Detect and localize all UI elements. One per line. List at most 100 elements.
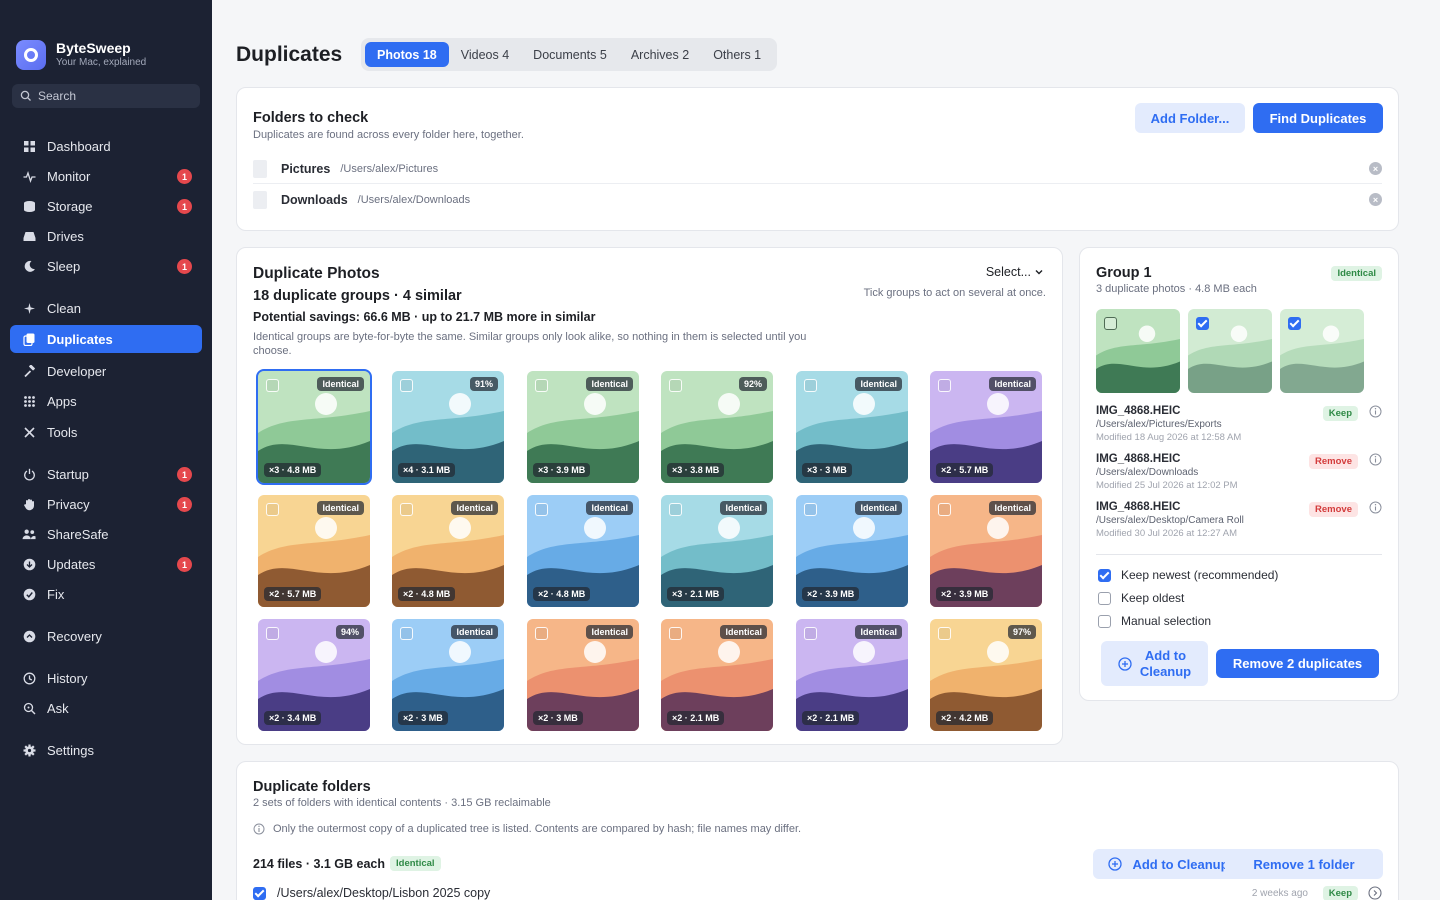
tab-videos[interactable]: Videos 4 [449,42,521,67]
photo-group-thumbnail[interactable]: Identical ×2 · 5.7 MB [930,371,1042,483]
sidebar-item-sharesafe[interactable]: ShareSafe [10,520,202,548]
photo-group-thumbnail[interactable]: Identical ×3 · 2.1 MB [661,495,773,607]
keep-option[interactable]: Manual selection [1098,614,1211,628]
find-duplicates-button[interactable]: Find Duplicates [1253,103,1383,133]
keep-option[interactable]: Keep oldest [1098,591,1184,605]
group-checkbox[interactable] [266,627,279,640]
photo-group-thumbnail[interactable]: Identical ×2 · 5.7 MB [258,495,370,607]
photo-group-thumbnail[interactable]: 97% ×2 · 4.2 MB [930,619,1042,731]
keep-option[interactable]: Keep newest (recommended) [1098,568,1278,582]
sidebar-item-apps[interactable]: Apps [10,387,202,415]
photo-group-thumbnail[interactable]: Identical ×3 · 3.9 MB [527,371,639,483]
group-meta: ×2 · 4.8 MB [398,587,456,601]
group-checkbox[interactable] [938,503,951,516]
set-badge: Identical [390,856,441,871]
arrow-circle-icon[interactable] [1368,886,1382,900]
sidebar-item-ask[interactable]: Ask [10,694,202,722]
info-icon[interactable] [1369,453,1382,466]
sidebar-item-duplicates[interactable]: Duplicates [10,325,202,353]
remove-duplicates-button[interactable]: Remove 2 duplicates [1216,649,1379,678]
group-checkbox[interactable] [535,379,548,392]
sidebar-item-privacy[interactable]: Privacy 1 [10,490,202,518]
photo-group-thumbnail[interactable]: Identical ×2 · 2.1 MB [796,619,908,731]
sidebar-item-history[interactable]: History [10,664,202,692]
remove-folder-button[interactable]: Remove 1 folder [1225,849,1383,879]
group-checkbox[interactable] [669,379,682,392]
tab-others[interactable]: Others 1 [701,42,773,67]
select-dropdown[interactable]: Select... [986,265,1044,279]
file-modified: Modified 30 Jul 2026 at 12:27 AM [1096,528,1238,539]
notification-badge: 1 [177,497,192,512]
photo-group-thumbnail[interactable]: Identical ×2 · 3 MB [527,619,639,731]
photo-group-thumbnail[interactable]: Identical ×3 · 4.8 MB [256,369,372,485]
file-action-badge[interactable]: Keep [1322,406,1358,421]
group-checkbox[interactable] [669,627,682,640]
photo-group-thumbnail[interactable]: 94% ×2 · 3.4 MB [258,619,370,731]
file-action-badge[interactable]: Remove [1309,502,1358,517]
sidebar-item-developer[interactable]: Developer [10,357,202,385]
group-checkbox[interactable] [400,503,413,516]
option-checkbox[interactable] [1098,568,1111,582]
group-checkbox[interactable] [400,379,413,392]
remove-folder-icon[interactable]: × [1369,162,1382,175]
add-to-cleanup-button[interactable]: Add to Cleanup [1101,641,1208,686]
group-photo-thumbnail[interactable] [1188,309,1272,393]
sidebar-item-sleep[interactable]: Sleep 1 [10,252,202,280]
group-checkbox[interactable] [535,503,548,516]
sidebar-item-label: Fix [47,586,65,602]
photo-group-thumbnail[interactable]: Identical ×2 · 3 MB [392,619,504,731]
group-checkbox[interactable] [535,627,548,640]
remove-folder-icon[interactable]: × [1369,193,1382,206]
option-checkbox[interactable] [1098,614,1111,628]
group-photo-thumbnail[interactable] [1280,309,1364,393]
group-checkbox[interactable] [938,627,951,640]
sidebar-item-clean[interactable]: Clean [10,294,202,322]
power-icon [22,467,36,481]
group-checkbox[interactable] [804,503,817,516]
option-checkbox[interactable] [1098,591,1111,605]
sidebar-item-updates[interactable]: Updates 1 [10,550,202,578]
tab-documents[interactable]: Documents 5 [521,42,619,67]
photo-checkbox[interactable] [1104,317,1117,330]
photo-group-thumbnail[interactable]: Identical ×2 · 4.8 MB [392,495,504,607]
tab-photos[interactable]: Photos 18 [365,42,449,67]
sidebar-item-fix[interactable]: Fix [10,580,202,608]
photo-group-thumbnail[interactable]: Identical ×2 · 3.9 MB [796,495,908,607]
sidebar-item-dashboard[interactable]: Dashboard [10,132,202,160]
group-photo-thumbnail[interactable] [1096,309,1180,393]
sidebar-item-recovery[interactable]: Recovery [10,622,202,650]
group-checkbox[interactable] [804,379,817,392]
folder-name: Pictures [281,161,331,176]
photo-group-thumbnail[interactable]: 92% ×3 · 3.8 MB [661,371,773,483]
folder-row-checkbox[interactable] [253,886,266,900]
group-checkbox[interactable] [400,627,413,640]
group-checkbox[interactable] [804,627,817,640]
photo-checkbox[interactable] [1196,317,1209,330]
photo-group-thumbnail[interactable]: Identical ×2 · 2.1 MB [661,619,773,731]
group-meta: ×2 · 2.1 MB [667,711,725,725]
group-checkbox[interactable] [669,503,682,516]
photo-checkbox[interactable] [1288,317,1301,330]
folder-add-label: Add to Cleanup [1132,856,1229,872]
sidebar-item-storage[interactable]: Storage 1 [10,192,202,220]
search-input[interactable]: Search [12,84,200,108]
group-checkbox[interactable] [938,379,951,392]
info-icon[interactable] [1369,501,1382,514]
sidebar-item-tools[interactable]: Tools [10,418,202,446]
group-checkbox[interactable] [266,503,279,516]
photo-group-thumbnail[interactable]: Identical ×2 · 4.8 MB [527,495,639,607]
sidebar-item-settings[interactable]: Settings [10,736,202,764]
sidebar-item-drives[interactable]: Drives [10,222,202,250]
folder-row-action[interactable]: Keep [1322,885,1358,900]
add-folder-button[interactable]: Add Folder... [1135,103,1245,133]
folder-add-to-cleanup-button[interactable]: Add to Cleanup [1093,849,1244,879]
info-icon[interactable] [1369,405,1382,418]
photo-group-thumbnail[interactable]: 91% ×4 · 3.1 MB [392,371,504,483]
photo-group-thumbnail[interactable]: Identical ×2 · 3.9 MB [930,495,1042,607]
tab-archives[interactable]: Archives 2 [619,42,701,67]
file-action-badge[interactable]: Remove [1309,454,1358,469]
sidebar-item-monitor[interactable]: Monitor 1 [10,162,202,190]
group-checkbox[interactable] [266,379,279,392]
photo-group-thumbnail[interactable]: Identical ×3 · 3 MB [796,371,908,483]
sidebar-item-startup[interactable]: Startup 1 [10,460,202,488]
